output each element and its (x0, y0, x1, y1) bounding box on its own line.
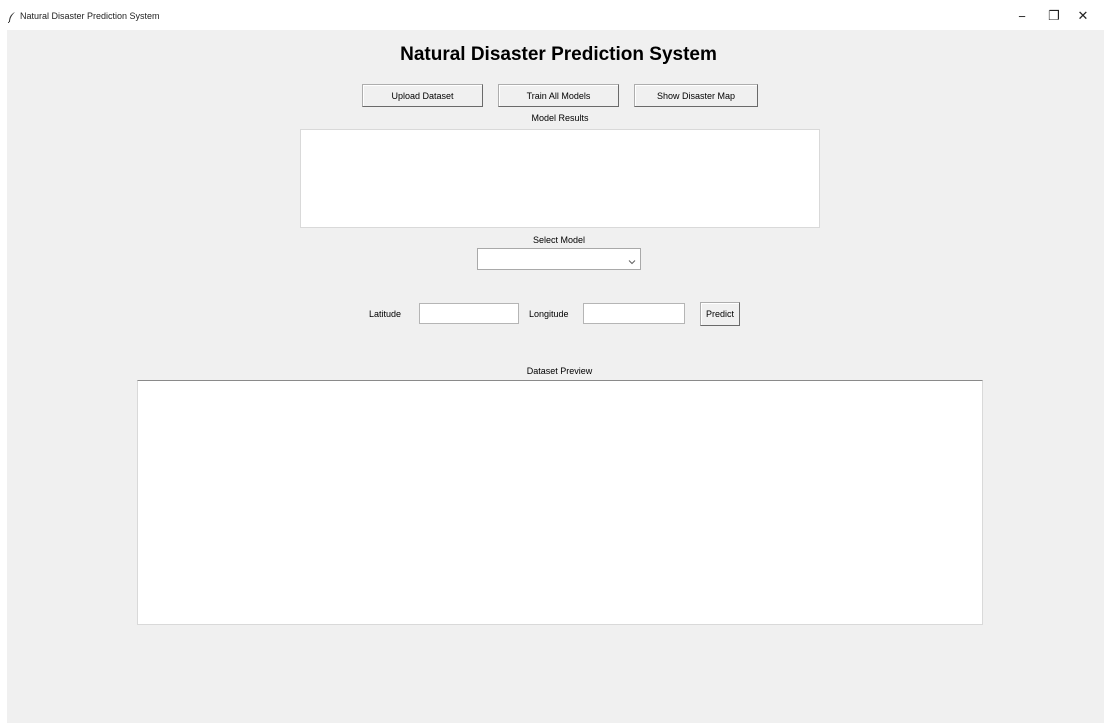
close-icon[interactable]: ✕ (1072, 6, 1094, 26)
predict-button[interactable]: Predict (700, 302, 740, 326)
upload-dataset-button[interactable]: Upload Dataset (362, 84, 483, 107)
longitude-label: Longitude (529, 309, 569, 319)
feather-icon (7, 10, 16, 24)
dataset-preview-label: Dataset Preview (526, 366, 593, 376)
train-all-models-button[interactable]: Train All Models (498, 84, 619, 107)
page-title: Natural Disaster Prediction System (400, 44, 717, 65)
model-select-dropdown[interactable] (477, 248, 641, 270)
dataset-preview-textbox[interactable] (137, 380, 983, 625)
window-title: Natural Disaster Prediction System (20, 11, 160, 21)
minimize-icon[interactable]: − (1011, 6, 1033, 26)
title-bar: Natural Disaster Prediction System − ❐ ✕ (0, 0, 1104, 30)
latitude-input[interactable] (419, 303, 519, 324)
model-results-textbox[interactable] (300, 129, 820, 228)
select-model-label: Select Model (532, 235, 586, 245)
chevron-down-icon[interactable] (627, 254, 637, 265)
restore-icon[interactable]: ❐ (1043, 6, 1065, 26)
show-disaster-map-button[interactable]: Show Disaster Map (634, 84, 758, 107)
model-results-label: Model Results (531, 113, 589, 123)
longitude-input[interactable] (583, 303, 685, 324)
latitude-label: Latitude (369, 309, 402, 319)
